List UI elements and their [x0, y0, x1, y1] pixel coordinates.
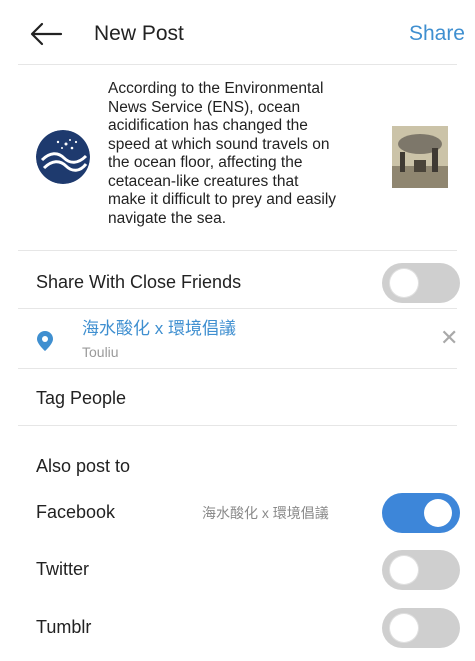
tumblr-label: Tumblr [36, 617, 92, 637]
close-friends-label: Share With Close Friends [36, 272, 242, 292]
header-divider [18, 64, 457, 65]
location-divider [18, 368, 457, 369]
facebook-toggle[interactable] [382, 493, 460, 533]
toggle-knob [424, 499, 452, 527]
toggle-knob [390, 556, 418, 584]
back-button[interactable] [28, 20, 64, 48]
toggle-knob [390, 614, 418, 642]
twitter-toggle[interactable] [382, 550, 460, 590]
close-icon: ✕ [440, 325, 459, 350]
close-friends-toggle[interactable] [382, 263, 460, 303]
location-subtitle: Touliu [82, 344, 119, 360]
tag-people-button[interactable]: Tag People [36, 386, 126, 410]
tag-people-divider [18, 425, 457, 426]
page-title: New Post [94, 22, 184, 45]
toggle-knob [390, 269, 418, 297]
arrow-left-icon [30, 22, 63, 46]
share-button[interactable]: Share [409, 20, 465, 48]
also-post-to-heading: Also post to [36, 456, 131, 476]
location-name[interactable]: 海水酸化 x 環境倡議 [82, 318, 236, 340]
location-pin-icon [36, 330, 54, 352]
facebook-label: Facebook [36, 502, 116, 522]
post-divider [18, 250, 457, 251]
avatar [36, 130, 90, 184]
post-caption: According to the Environmental News Serv… [108, 80, 337, 227]
twitter-label: Twitter [36, 559, 90, 579]
clear-location-button[interactable]: ✕ [440, 326, 458, 350]
tumblr-toggle[interactable] [382, 608, 460, 648]
facebook-account: 海水酸化 x 環境倡議 [202, 505, 329, 521]
post-thumbnail [392, 126, 448, 188]
close-friends-divider [18, 308, 457, 309]
